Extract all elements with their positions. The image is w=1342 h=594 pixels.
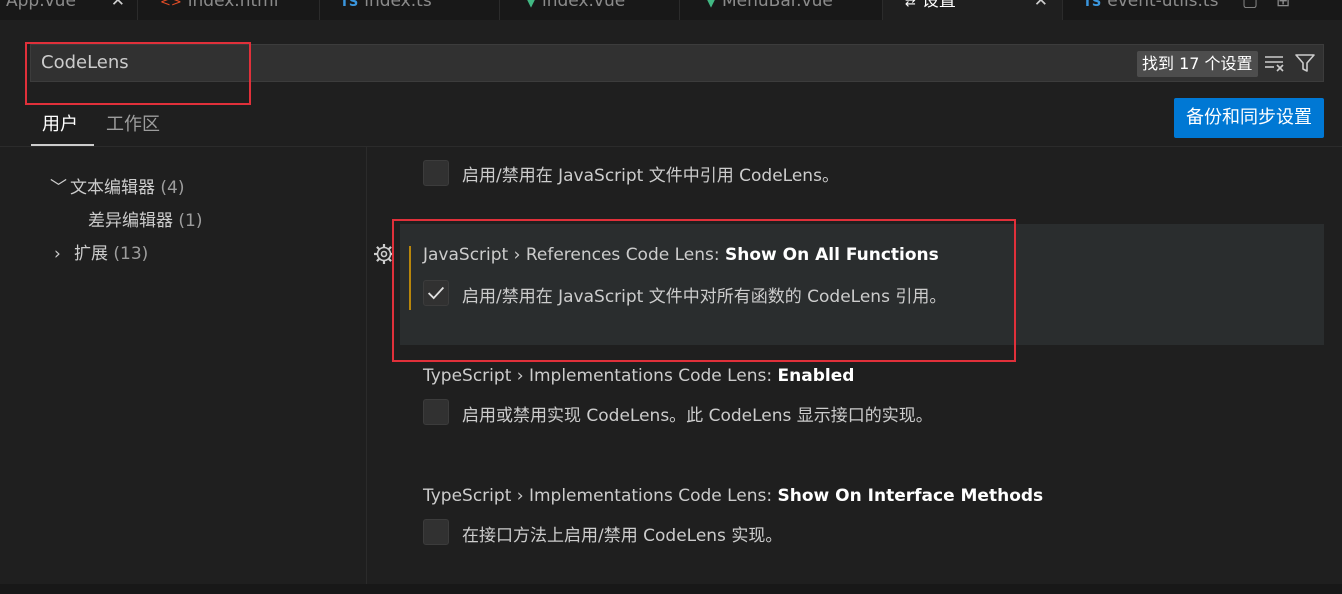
tab-label: event-utils.ts: [1107, 0, 1219, 11]
setting-description: 启用/禁用在 JavaScript 文件中引用 CodeLens。: [462, 166, 839, 186]
tree-divider: [366, 147, 367, 587]
tab-user-scope[interactable]: 用户: [42, 110, 78, 136]
tab-workspace-scope[interactable]: 工作区: [106, 110, 160, 136]
settings-icon: ⇄: [905, 0, 916, 10]
tab-label: index.vue: [542, 0, 626, 11]
tree-item-diff-editor[interactable]: 差异编辑器 (1): [88, 206, 203, 231]
tab-app-vue[interactable]: App.vue ✕: [0, 0, 138, 20]
tab-label: 设置: [921, 0, 956, 11]
setting-title-prefix: TypeScript › Implementations Code Lens:: [423, 486, 778, 506]
chevron-right-icon[interactable]: ›: [54, 244, 74, 264]
tree-item-label: 扩展: [74, 244, 108, 264]
setting-title: TypeScript › Implementations Code Lens: …: [423, 366, 854, 386]
split-editor-icon[interactable]: ▢: [1236, 0, 1266, 20]
html-icon: <>: [160, 0, 182, 10]
annotation-box-setting: [392, 219, 1016, 362]
tab-label: index.ts: [364, 0, 432, 11]
backup-sync-button[interactable]: 备份和同步设置: [1174, 98, 1324, 138]
tree-item-text-editor[interactable]: ﹀ 文本编辑器 (4): [50, 173, 185, 198]
tree-item-extensions[interactable]: › 扩展 (13): [54, 239, 148, 264]
tab-index-vue[interactable]: ▼ index.vue: [500, 0, 680, 20]
tab-index-ts[interactable]: TS index.ts: [320, 0, 500, 20]
tree-item-label: 文本编辑器: [70, 178, 155, 198]
setting-checkbox[interactable]: [423, 519, 449, 545]
setting-description: 在接口方法上启用/禁用 CodeLens 实现。: [462, 526, 783, 546]
vue-icon: ▼: [706, 0, 716, 10]
result-count-badge: 找到 17 个设置: [1137, 51, 1258, 77]
setting-description: 启用或禁用实现 CodeLens。此 CodeLens 显示接口的实现。: [462, 406, 933, 426]
tree-item-count: (1): [178, 211, 203, 231]
close-icon[interactable]: ✕: [111, 0, 125, 16]
vue-icon: ▼: [526, 0, 536, 10]
ts-icon: TS: [1083, 0, 1102, 10]
annotation-box-search: [25, 42, 251, 105]
clear-filter-icon[interactable]: [1263, 52, 1285, 74]
tab-menubar-vue[interactable]: ▼ MenuBar.vue: [680, 0, 883, 20]
setting-checkbox[interactable]: [423, 160, 449, 186]
tab-label: index.html: [187, 0, 279, 11]
setting-title-prefix: TypeScript › Implementations Code Lens:: [423, 366, 778, 386]
setting-title-name: Enabled: [777, 366, 855, 386]
chevron-down-icon[interactable]: ﹀: [50, 173, 70, 198]
ts-icon: TS: [340, 0, 359, 10]
setting-title-name: Show On Interface Methods: [777, 486, 1044, 506]
editor-tab-bar: App.vue ✕ <> index.html TS index.ts ▼ index…: [0, 0, 1342, 20]
setting-checkbox[interactable]: [423, 399, 449, 425]
bottom-panel-edge: [0, 584, 1342, 594]
tab-settings[interactable]: ⇄ 设置 ✕: [883, 0, 1063, 20]
tab-label: MenuBar.vue: [722, 0, 833, 11]
tree-item-count: (13): [113, 244, 149, 264]
filter-icon[interactable]: [1294, 52, 1316, 74]
tab-index-html[interactable]: <> index.html: [138, 0, 320, 20]
tab-event-utils-ts[interactable]: TS event-utils.ts: [1063, 0, 1233, 20]
close-icon[interactable]: ✕: [1034, 0, 1048, 16]
more-actions-icon[interactable]: ⊞: [1270, 0, 1304, 20]
tree-item-label: 差异编辑器: [88, 211, 173, 231]
setting-title: TypeScript › Implementations Code Lens: …: [423, 486, 1043, 506]
tree-item-count: (4): [160, 178, 185, 198]
header-divider: [0, 146, 1342, 147]
tab-label: App.vue: [6, 0, 76, 11]
